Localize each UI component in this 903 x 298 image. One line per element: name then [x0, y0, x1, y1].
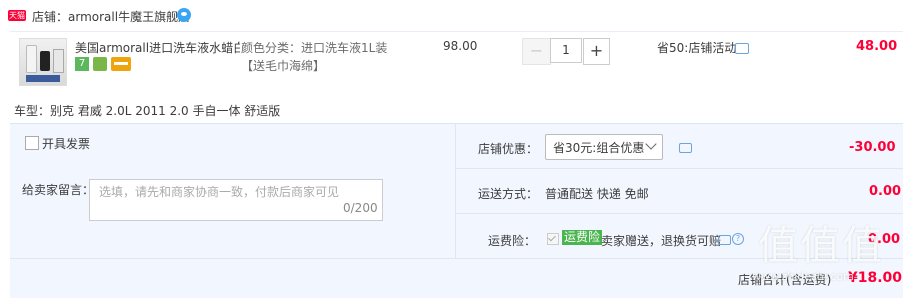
tmall-logo: 天猫 [8, 10, 26, 21]
insurance-label: 运费险： [488, 234, 537, 248]
wangwang-chat-icon[interactable] [177, 8, 191, 22]
message-placeholder: 选填，请先和商家协商一致，付款后商家可见 [99, 185, 340, 199]
row-divider [455, 168, 903, 169]
invoice-checkbox[interactable] [25, 136, 39, 150]
product-title[interactable]: 美国armorall进口洗车液水蜡白… [75, 39, 240, 56]
insurance-checkbox [547, 233, 559, 245]
discount-selected[interactable]: 省30元:组合优惠 [553, 139, 644, 156]
quantity-input[interactable]: 1 [550, 38, 582, 63]
product-thumbnail[interactable] [19, 38, 67, 86]
promo-info-icon[interactable] [735, 43, 749, 54]
help-icon[interactable]: ? [732, 233, 744, 245]
insurance-info-icon[interactable] [718, 235, 731, 245]
message-label: 给卖家留言： [22, 183, 95, 197]
shipping-method: 普通配送 快递 免邮 [545, 187, 649, 201]
promotion-text: 省50:店铺活动 [657, 41, 737, 55]
shop-discount-label: 店铺优惠： [478, 142, 539, 156]
message-char-count: 0/200 [343, 201, 378, 215]
watermark-logo: 值值值 [758, 223, 884, 269]
insurance-text: 卖家赠送，退换货可赔 [601, 234, 722, 248]
shop-total-amount: ¥18.00 [848, 270, 903, 286]
seven-day-return-icon: 7 [75, 57, 89, 71]
product-spec: 颜色分类：进口洗车液1L装【送毛巾海绵】 [241, 41, 388, 73]
insurance-tag: 运费险 [562, 230, 603, 245]
guarantee-icon [93, 57, 107, 71]
quantity-plus-button[interactable]: + [583, 38, 610, 65]
unit-price: 98.00 [443, 39, 478, 53]
discount-info-icon[interactable] [679, 143, 692, 153]
invoice-label[interactable]: 开具发票 [42, 135, 90, 152]
discount-amount: -30.00 [849, 140, 896, 155]
item-subtotal: 48.00 [856, 39, 898, 54]
quantity-minus-button[interactable]: − [522, 38, 551, 65]
shop-name[interactable]: 店铺：armorall牛魔王旗舰店 [32, 8, 190, 25]
watermark-url: www.zhidezhi.com [752, 270, 854, 283]
credit-card-icon [111, 57, 131, 71]
car-type: 车型：别克 君威 2.0L 2011 2.0 手自一体 舒适版 [14, 104, 281, 118]
shipping-amount: 0.00 [869, 184, 902, 199]
shipping-label: 运送方式： [478, 187, 539, 201]
panel-divider [455, 123, 456, 258]
